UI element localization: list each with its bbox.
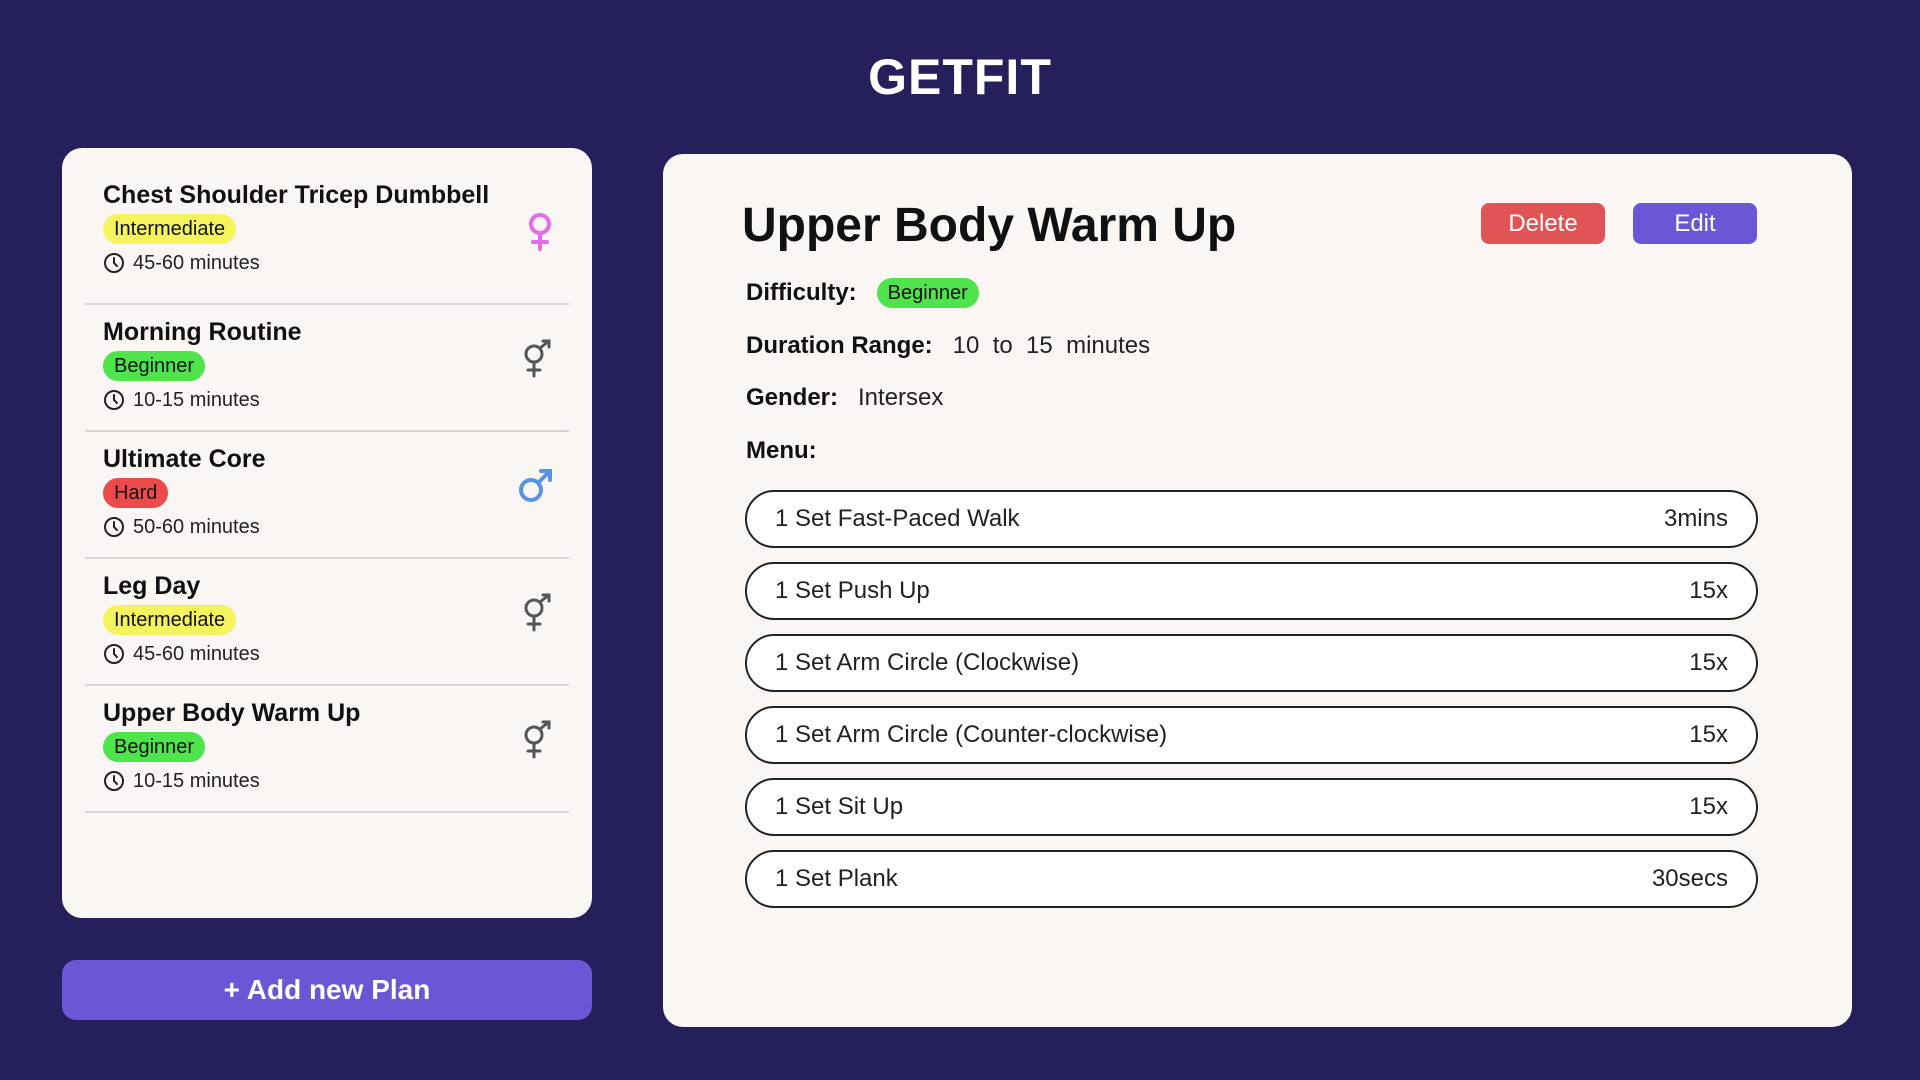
exercise-name: 1 Set Sit Up <box>775 793 904 820</box>
delete-button[interactable]: Delete <box>1481 203 1605 244</box>
clock-icon <box>103 516 125 538</box>
plan-name: Ultimate Core <box>103 445 266 473</box>
plan-duration: 10-15 minutes <box>103 385 551 415</box>
exercise-name: 1 Set Arm Circle (Clockwise) <box>775 649 1080 676</box>
menu-item[interactable]: 1 Set Plank 30secs <box>745 850 1758 908</box>
clock-icon <box>103 389 125 411</box>
plan-list: Chest Shoulder Tricep Dumbbell Intermedi… <box>62 148 592 918</box>
menu-item[interactable]: 1 Set Push Up 15x <box>745 562 1758 620</box>
plan-name: Morning Routine <box>103 318 302 346</box>
duration-text: 50-60 minutes <box>133 516 260 538</box>
add-plan-button[interactable]: + Add new Plan <box>62 960 592 1020</box>
exercise-amount: 30secs <box>1651 865 1728 892</box>
plan-detail-panel: Upper Body Warm Up Delete Edit Difficult… <box>663 154 1852 1027</box>
exercise-amount: 3mins <box>1663 505 1728 532</box>
gender-label: Gender: <box>746 384 839 411</box>
difficulty-badge: Intermediate <box>103 214 237 244</box>
plan-item-upper-body-warm-up[interactable]: Upper Body Warm Up Beginner 10-15 minute… <box>85 686 569 813</box>
plan-name: Upper Body Warm Up <box>103 699 361 727</box>
exercise-amount: 15x <box>1689 577 1728 604</box>
exercise-name: 1 Set Push Up <box>775 577 930 604</box>
duration-text: 10-15 minutes <box>133 389 260 411</box>
duration-text: 10-15 minutes <box>133 770 260 792</box>
intersex-icon <box>521 720 555 760</box>
duration-text: 45-60 minutes <box>133 643 260 665</box>
exercise-amount: 15x <box>1689 649 1728 676</box>
clock-icon <box>103 643 125 665</box>
menu-list: 1 Set Fast-Paced Walk 3mins 1 Set Push U… <box>745 490 1758 922</box>
duration-value: 10 to 15 minutes <box>952 332 1151 359</box>
duration-row: Duration Range: 10 to 15 minutes <box>746 332 1150 360</box>
gender-row: Gender: Intersex <box>746 384 943 412</box>
exercise-name: 1 Set Plank <box>775 865 898 892</box>
plan-name: Chest Shoulder Tricep Dumbbell <box>103 181 490 209</box>
edit-button[interactable]: Edit <box>1633 203 1757 244</box>
menu-item[interactable]: 1 Set Arm Circle (Counter-clockwise) 15x <box>745 706 1758 764</box>
menu-item[interactable]: 1 Set Sit Up 15x <box>745 778 1758 836</box>
duration-text: 45-60 minutes <box>133 252 260 274</box>
plan-name: Leg Day <box>103 572 201 600</box>
menu-item[interactable]: 1 Set Fast-Paced Walk 3mins <box>745 490 1758 548</box>
male-icon <box>517 466 555 506</box>
clock-icon <box>103 770 125 792</box>
menu-label: Menu: <box>746 437 817 464</box>
plan-title: Upper Body Warm Up <box>742 199 1237 252</box>
menu-item[interactable]: 1 Set Arm Circle (Clockwise) 15x <box>745 634 1758 692</box>
plan-item-chest-shoulder-tricep[interactable]: Chest Shoulder Tricep Dumbbell Intermedi… <box>85 178 569 305</box>
female-icon <box>525 212 555 252</box>
difficulty-badge: Beginner <box>103 351 206 381</box>
plan-item-leg-day[interactable]: Leg Day Intermediate 45-60 minutes <box>85 559 569 686</box>
intersex-icon <box>521 593 555 633</box>
intersex-icon <box>521 339 555 379</box>
plan-item-morning-routine[interactable]: Morning Routine Beginner 10-15 minutes <box>85 305 569 432</box>
difficulty-badge: Hard <box>103 478 169 508</box>
difficulty-row: Difficulty: Beginner <box>746 278 979 308</box>
exercise-amount: 15x <box>1689 721 1728 748</box>
plan-duration: 45-60 minutes <box>103 248 551 278</box>
difficulty-badge: Beginner <box>103 732 206 762</box>
difficulty-badge: Beginner <box>876 278 979 308</box>
plan-duration: 45-60 minutes <box>103 639 551 669</box>
exercise-name: 1 Set Arm Circle (Counter-clockwise) <box>775 721 1168 748</box>
app-title: GETFIT <box>868 49 1052 105</box>
gender-value: Intersex <box>858 384 944 411</box>
duration-label: Duration Range: <box>746 332 933 359</box>
difficulty-badge: Intermediate <box>103 605 237 635</box>
plan-duration: 50-60 minutes <box>103 512 551 542</box>
exercise-amount: 15x <box>1689 793 1728 820</box>
plan-duration: 10-15 minutes <box>103 766 551 796</box>
exercise-name: 1 Set Fast-Paced Walk <box>775 505 1020 532</box>
menu-row: Menu: <box>746 437 837 465</box>
clock-icon <box>103 252 125 274</box>
plan-item-ultimate-core[interactable]: Ultimate Core Hard 50-60 minutes <box>85 432 569 559</box>
difficulty-label: Difficulty: <box>746 279 857 306</box>
